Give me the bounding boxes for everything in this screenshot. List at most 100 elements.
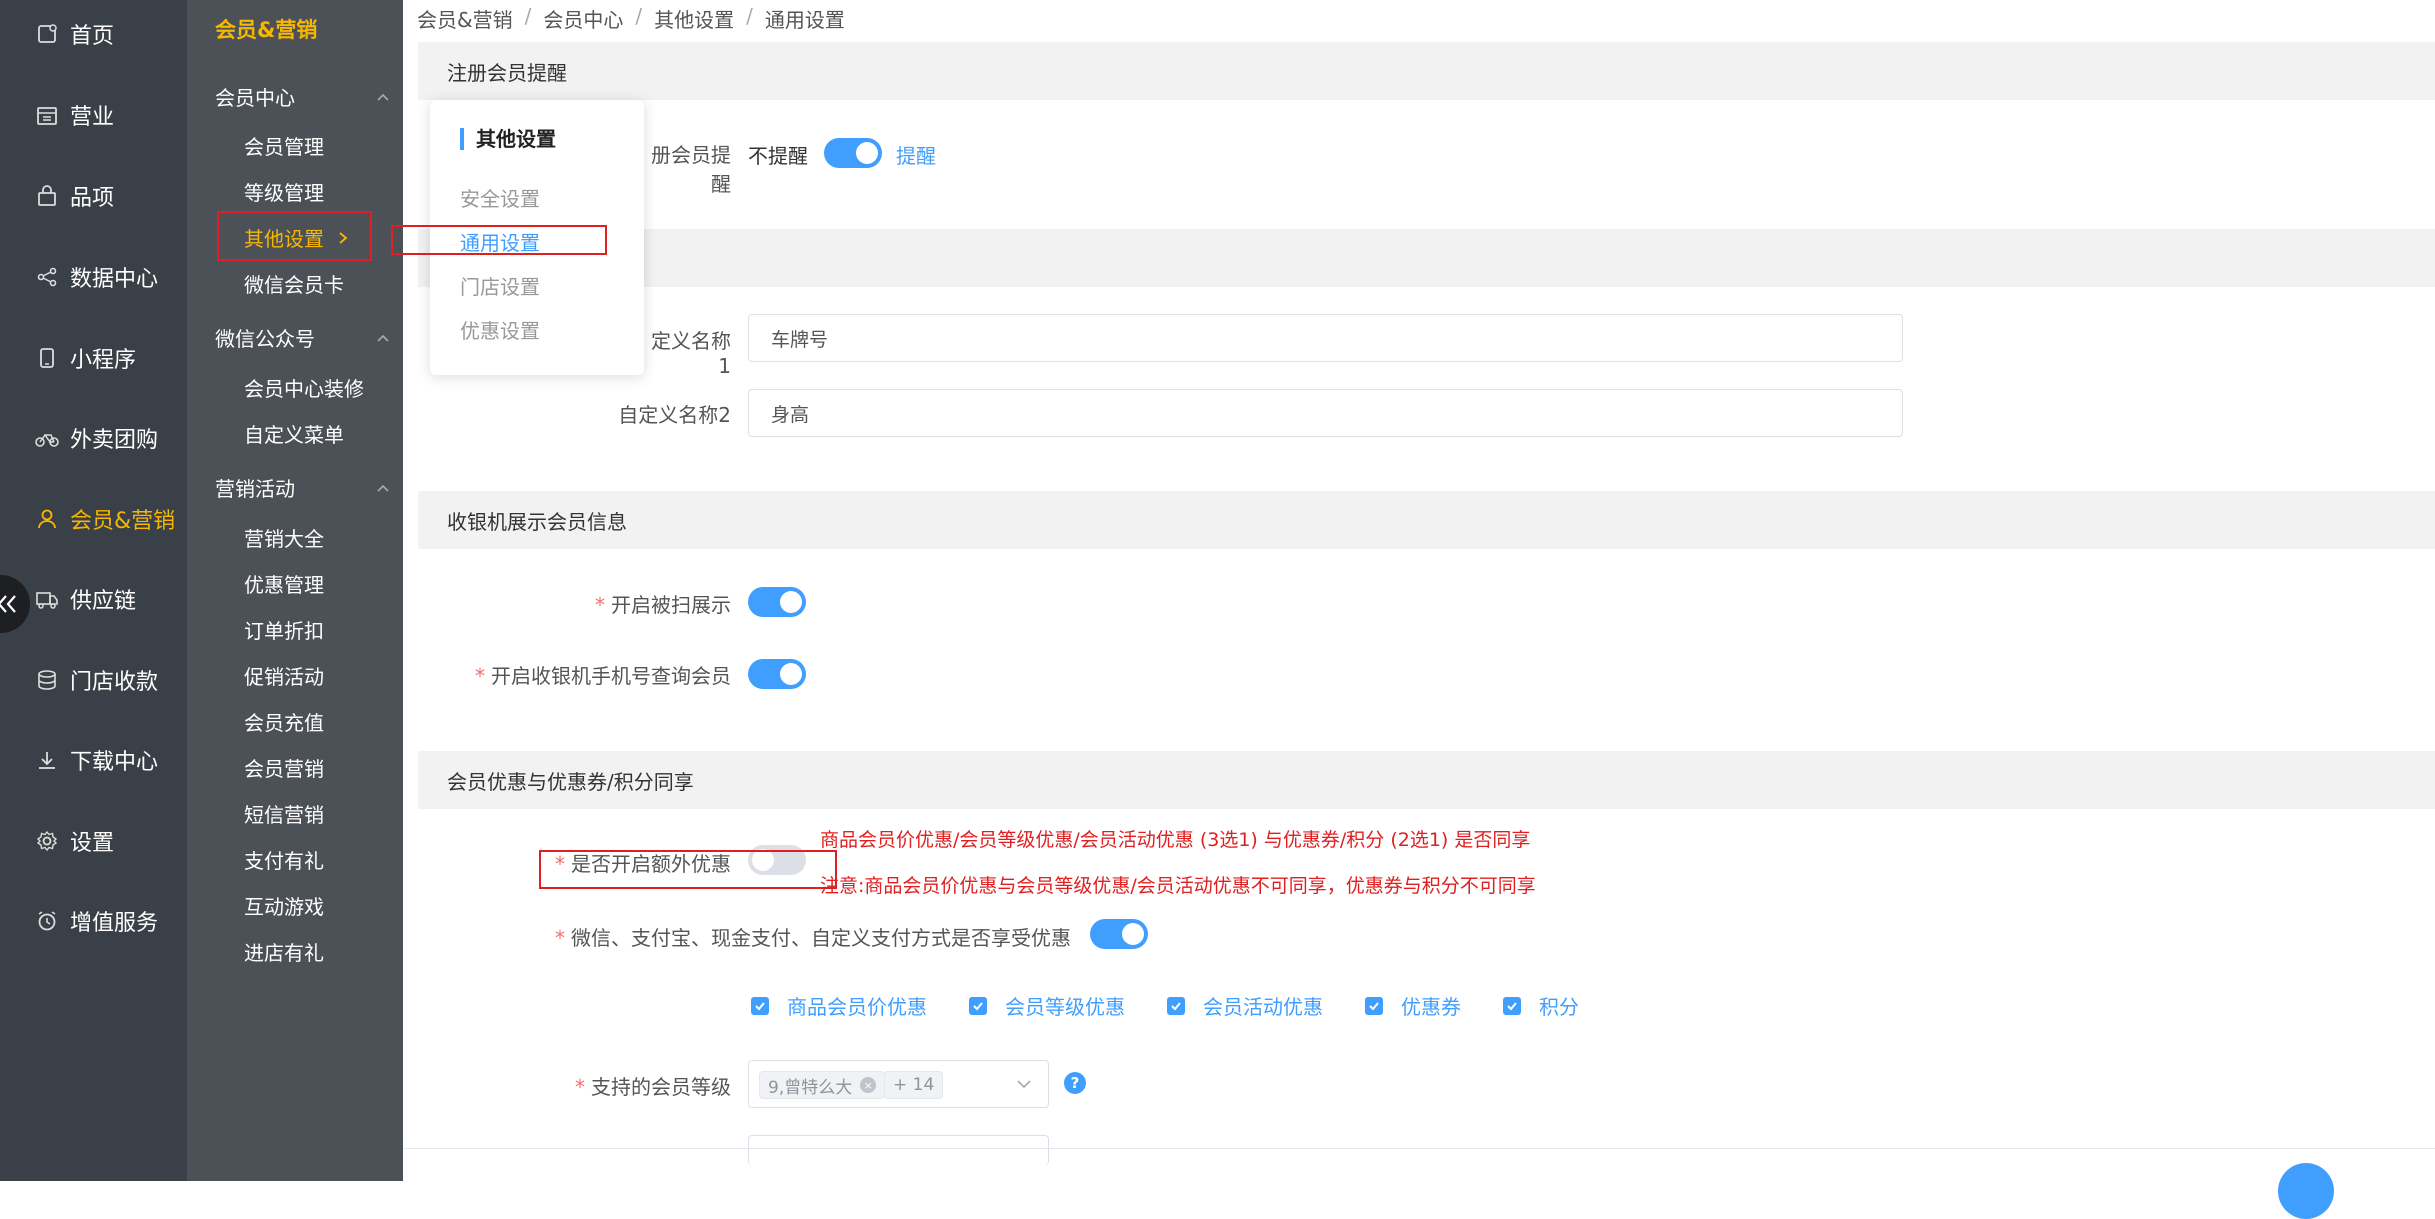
group-wechat-official[interactable]: 微信公众号 [215, 323, 390, 352]
checkbox-label: 优惠券 [1401, 995, 1461, 1019]
download-icon [34, 747, 60, 773]
checkbox-coupon[interactable]: 优惠券 [1365, 991, 1461, 1020]
checkbox-member-price[interactable]: 商品会员价优惠 [751, 991, 927, 1020]
help-icon[interactable]: ? [1064, 1072, 1086, 1094]
sub-item-store-gift[interactable]: 进店有礼 [244, 937, 324, 966]
sub-item-order-discount[interactable]: 订单折扣 [244, 615, 324, 644]
sub-item-marketing-all[interactable]: 营销大全 [244, 523, 324, 552]
custom-name1-input[interactable]: 车牌号 [748, 314, 1903, 362]
sub-item-center-decoration[interactable]: 会员中心装修 [244, 373, 364, 402]
nav-item-delivery[interactable]: 外卖团购 [0, 410, 187, 466]
section-title: 注册会员提醒 [447, 60, 567, 85]
checkbox-points[interactable]: 积分 [1503, 991, 1579, 1020]
checkbox-activity-discount[interactable]: 会员活动优惠 [1167, 991, 1323, 1020]
breadcrumb: 会员&营销 / 会员中心 / 其他设置 / 通用设置 [417, 4, 845, 33]
scan-display-switch[interactable] [748, 587, 806, 617]
nav-item-data-center[interactable]: 数据中心 [0, 249, 187, 305]
popup-item-discount[interactable]: 优惠设置 [460, 315, 540, 344]
double-chevron-left-icon [0, 595, 16, 613]
checkbox-label: 积分 [1539, 995, 1579, 1019]
custom-name2-input[interactable]: 身高 [748, 389, 1903, 437]
bag-icon [34, 183, 60, 209]
chevron-up-icon [377, 484, 389, 492]
checkbox-label: 会员活动优惠 [1203, 995, 1323, 1019]
check-icon [969, 996, 987, 1015]
main-content: 会员&营销 / 会员中心 / 其他设置 / 通用设置 注册会员提醒 册会员提醒 … [403, 0, 2435, 1181]
check-icon [1365, 996, 1383, 1015]
chevron-up-icon [377, 334, 389, 342]
breadcrumb-item[interactable]: 会员&营销 [417, 4, 513, 33]
group-label: 微信公众号 [215, 327, 315, 351]
phone-icon [34, 345, 60, 371]
nav-item-mini-program[interactable]: 小程序 [0, 330, 187, 386]
sub-item-interactive-game[interactable]: 互动游戏 [244, 891, 324, 920]
coins-icon [34, 667, 60, 693]
truck-icon [34, 586, 60, 612]
sub-item-member-management[interactable]: 会员管理 [244, 131, 324, 160]
input-value: 身高 [771, 403, 810, 426]
check-icon [751, 996, 769, 1015]
nav-item-store-payment[interactable]: 门店收款 [0, 652, 187, 708]
breadcrumb-item[interactable]: 其他设置 [654, 4, 734, 33]
group-label: 营销活动 [215, 477, 295, 501]
discount-note-2: 注意:商品会员价优惠与会员等级优惠/会员活动优惠不可同享，优惠券与积分不可同享 [820, 875, 1536, 897]
popup-item-security[interactable]: 安全设置 [460, 183, 540, 212]
nav-label: 品项 [70, 186, 115, 211]
breadcrumb-separator: / [524, 4, 532, 28]
label-text: 开启收银机手机号查询会员 [491, 664, 731, 688]
breadcrumb-separator: / [635, 4, 643, 28]
label-text: 开启被扫展示 [611, 593, 731, 617]
custom-name1-label: 定义名称1 [651, 329, 731, 378]
register-reminder-label: 册会员提醒 [651, 143, 731, 196]
nav-item-home[interactable]: 首页 [0, 6, 187, 62]
nav-item-value-added[interactable]: 增值服务 [0, 893, 187, 949]
section-discount-sharing: 会员优惠与优惠券/积分同享 [418, 751, 2435, 809]
sub-item-sms-marketing[interactable]: 短信营销 [244, 799, 324, 828]
floating-action-button[interactable] [2278, 1163, 2334, 1219]
checkbox-label: 会员等级优惠 [1005, 995, 1125, 1019]
breadcrumb-item[interactable]: 会员中心 [543, 4, 623, 33]
sub-item-discount-management[interactable]: 优惠管理 [244, 569, 324, 598]
nav-label: 外卖团购 [70, 428, 159, 453]
nav-label: 小程序 [70, 348, 137, 373]
group-member-center[interactable]: 会员中心 [215, 82, 390, 111]
nav-label: 下载中心 [70, 750, 159, 775]
nav-label: 供应链 [70, 589, 137, 614]
sub-item-custom-menu[interactable]: 自定义菜单 [244, 419, 344, 448]
nav-item-settings[interactable]: 设置 [0, 813, 187, 869]
alarm-icon [34, 908, 60, 934]
nav-label: 首页 [70, 24, 115, 49]
section-cashier-display: 收银机展示会员信息 [418, 491, 2435, 549]
popup-item-store[interactable]: 门店设置 [460, 271, 540, 300]
sub-item-level-management[interactable]: 等级管理 [244, 177, 324, 206]
register-reminder-switch[interactable] [824, 138, 882, 168]
custom-name2-label: 自定义名称2 [618, 403, 731, 427]
sub-item-payment-gift[interactable]: 支付有礼 [244, 845, 324, 874]
sub-item-wechat-card[interactable]: 微信会员卡 [244, 269, 344, 298]
checkbox-level-discount[interactable]: 会员等级优惠 [969, 991, 1125, 1020]
sub-item-member-marketing[interactable]: 会员营销 [244, 753, 324, 782]
payment-discount-switch[interactable] [1090, 919, 1148, 949]
tag-close-icon[interactable]: × [860, 1077, 877, 1093]
nav-item-download-center[interactable]: 下载中心 [0, 732, 187, 788]
label-text: 支持的会员等级 [591, 1075, 731, 1099]
sub-item-promotion[interactable]: 促销活动 [244, 661, 324, 690]
next-row-select[interactable] [748, 1135, 1049, 1165]
sub-item-recharge[interactable]: 会员充值 [244, 707, 324, 736]
member-level-select[interactable]: 9,曾特么大 × + 14 [748, 1060, 1049, 1108]
nav-item-business[interactable]: 营业 [0, 87, 187, 143]
phone-query-label: * 开启收银机手机号查询会员 [475, 664, 731, 688]
group-marketing[interactable]: 营销活动 [215, 473, 390, 502]
tag-text: 9,曾特么大 [768, 1077, 853, 1098]
nav-label: 数据中心 [70, 267, 159, 292]
member-level-label: * 支持的会员等级 [575, 1075, 731, 1099]
nav-item-products[interactable]: 品项 [0, 168, 187, 224]
section-title: 会员优惠与优惠券/积分同享 [447, 769, 694, 794]
check-icon [1503, 996, 1521, 1015]
nav-item-member-marketing[interactable]: 会员&营销 [0, 491, 187, 547]
phone-query-switch[interactable] [748, 659, 806, 689]
user-icon [34, 506, 60, 532]
breadcrumb-separator: / [746, 4, 753, 28]
nav-label: 增值服务 [70, 911, 159, 936]
highlight-box [539, 850, 837, 889]
